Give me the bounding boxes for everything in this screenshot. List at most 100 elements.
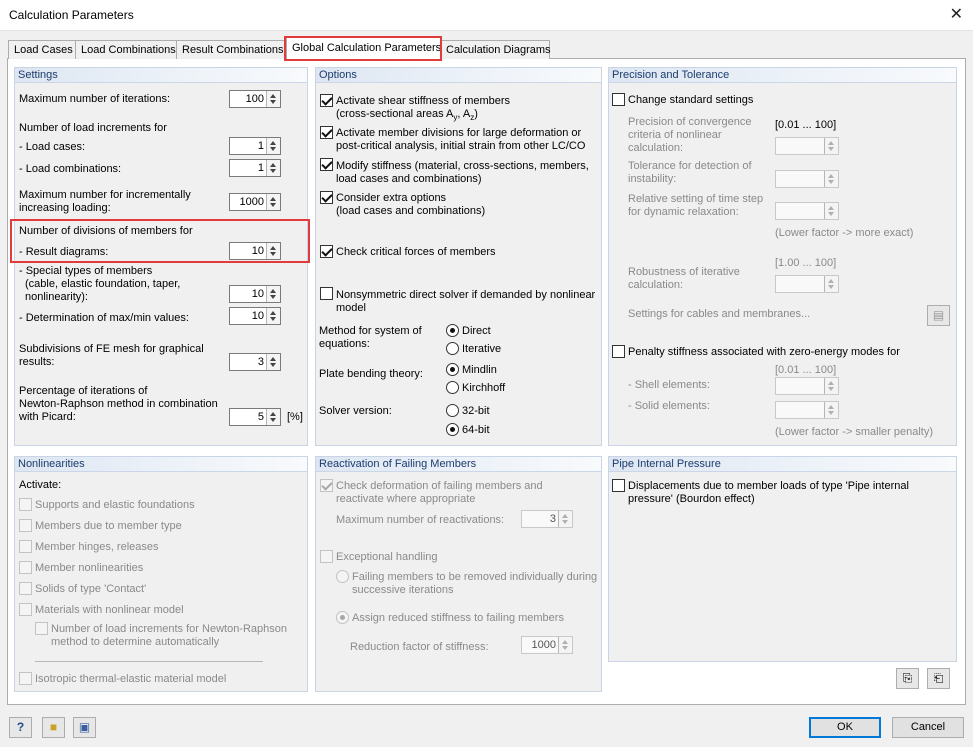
spinner-arrows[interactable] [266, 160, 280, 176]
tab-load-combinations[interactable]: Load Combinations [75, 40, 177, 59]
direct-label: Direct [462, 325, 491, 337]
spinner-arrows[interactable] [824, 138, 838, 154]
supports-checkbox[interactable] [19, 498, 32, 511]
member-nonlinearities-checkbox[interactable] [19, 561, 32, 574]
penalty-label: Penalty stiffness associated with zero-e… [628, 346, 900, 358]
shear-stiffness-checkbox[interactable] [320, 94, 333, 107]
remove-individually-radio[interactable] [336, 570, 349, 583]
spinner-arrows[interactable] [824, 171, 838, 187]
check-deformation-label-2: reactivate where appropriate [336, 493, 476, 505]
tab-load-cases[interactable]: Load Cases [8, 40, 76, 59]
settings-header: Settings [15, 68, 307, 83]
spinner-arrows[interactable] [824, 203, 838, 219]
bit32-label: 32-bit [462, 405, 490, 417]
instability-spinner[interactable] [775, 170, 839, 188]
load-combinations-spinner[interactable]: 1 [229, 159, 281, 177]
tab-calculation-diagrams[interactable]: Calculation Diagrams [440, 40, 551, 59]
open-button[interactable]: ■ [42, 717, 65, 738]
contact-solids-checkbox[interactable] [19, 582, 32, 595]
save-button[interactable]: ▣ [73, 717, 96, 738]
settings-icon: ▤ [932, 308, 945, 322]
spinner-value: 1000 [531, 639, 556, 651]
cancel-button[interactable]: Cancel [892, 717, 964, 738]
bourdon-label-1: Displacements due to member loads of typ… [628, 480, 909, 492]
modify-stiffness-label-2: load cases and combinations) [336, 173, 482, 185]
picard-label-3: with Picard: [19, 411, 76, 423]
nonlinear-materials-label: Materials with nonlinear model [35, 604, 184, 616]
exceptional-handling-checkbox[interactable] [320, 550, 333, 563]
member-type-checkbox[interactable] [19, 519, 32, 532]
kirchhoff-radio[interactable] [446, 381, 459, 394]
bit32-radio[interactable] [446, 404, 459, 417]
mindlin-radio[interactable] [446, 363, 459, 376]
ok-button[interactable]: OK [809, 717, 881, 738]
spinner-arrows[interactable] [824, 402, 838, 418]
change-settings-checkbox[interactable] [612, 93, 625, 106]
hinges-label: Member hinges, releases [35, 541, 159, 553]
bit64-radio[interactable] [446, 423, 459, 436]
load-cases-spinner[interactable]: 1 [229, 137, 281, 155]
reduction-factor-spinner[interactable]: 1000 [521, 636, 573, 654]
critical-forces-checkbox[interactable] [320, 245, 333, 258]
reduced-stiffness-radio[interactable] [336, 611, 349, 624]
special-types-label-2: (cable, elastic foundation, taper, [25, 278, 181, 290]
penalty-checkbox[interactable] [612, 345, 625, 358]
shell-elements-spinner[interactable] [775, 377, 839, 395]
member-divisions-checkbox[interactable] [320, 126, 333, 139]
spinner-arrows[interactable] [266, 138, 280, 154]
nonlinear-materials-checkbox[interactable] [19, 603, 32, 616]
iterative-radio[interactable] [446, 342, 459, 355]
pipe-pressure-panel: Pipe Internal Pressure Displacements due… [608, 456, 957, 662]
title-bar: Calculation Parameters ✕ [0, 0, 973, 31]
relaxation-spinner[interactable] [775, 202, 839, 220]
solid-elements-spinner[interactable] [775, 401, 839, 419]
spinner-arrows[interactable] [266, 194, 280, 210]
max-iterations-spinner[interactable]: 100 [229, 90, 281, 108]
export-button[interactable]: ⎗ [927, 668, 950, 689]
spinner-arrows[interactable] [558, 511, 572, 527]
reactivation-panel: Reactivation of Failing Members Check de… [315, 456, 602, 692]
cables-settings-button[interactable]: ▤ [927, 305, 950, 326]
lower-factor-exact: (Lower factor -> more exact) [775, 227, 914, 239]
spinner-arrows[interactable] [266, 308, 280, 324]
shell-elements-label: - Shell elements: [628, 379, 710, 391]
modify-stiffness-checkbox[interactable] [320, 158, 333, 171]
precision-panel: Precision and Tolerance Change standard … [608, 67, 957, 446]
fe-subdivisions-spinner[interactable]: 3 [229, 353, 281, 371]
lower-factor-penalty: (Lower factor -> smaller penalty) [775, 426, 934, 438]
newton-raphson-checkbox[interactable] [35, 622, 48, 635]
max-increments-spinner[interactable]: 1000 [229, 193, 281, 211]
max-reactivations-spinner[interactable]: 3 [521, 510, 573, 528]
extra-options-checkbox[interactable] [320, 191, 333, 204]
spinner-value: 5 [257, 411, 264, 423]
check-deformation-checkbox[interactable] [320, 479, 333, 492]
nonsymmetric-solver-checkbox[interactable] [320, 287, 333, 300]
convergence-spinner[interactable] [775, 137, 839, 155]
spinner-arrows[interactable] [824, 276, 838, 292]
hinges-checkbox[interactable] [19, 540, 32, 553]
spinner-arrows[interactable] [266, 286, 280, 302]
close-icon[interactable]: ✕ [950, 4, 963, 24]
spinner-arrows[interactable] [266, 354, 280, 370]
spinner-arrows[interactable] [558, 637, 572, 653]
robustness-spinner[interactable] [775, 275, 839, 293]
import-button[interactable]: ⎘ [896, 668, 919, 689]
help-button[interactable]: ? [9, 717, 32, 738]
picard-spinner[interactable]: 5 [229, 408, 281, 426]
spinner-arrows[interactable] [266, 91, 280, 107]
isotropic-thermal-checkbox[interactable] [19, 672, 32, 685]
divisions-highlight [10, 219, 310, 263]
direct-radio[interactable] [446, 324, 459, 337]
max-min-spinner[interactable]: 10 [229, 307, 281, 325]
folder-icon: ■ [49, 720, 58, 734]
nonlinearities-header: Nonlinearities [15, 457, 307, 472]
special-types-spinner[interactable]: 10 [229, 285, 281, 303]
bourdon-effect-checkbox[interactable] [612, 479, 625, 492]
modify-stiffness-label-1: Modify stiffness (material, cross-sectio… [336, 160, 589, 172]
picard-label-1: Percentage of iterations of [19, 385, 148, 397]
extra-options-label-1: Consider extra options [336, 192, 447, 204]
tab-result-combinations[interactable]: Result Combinations [176, 40, 287, 59]
spinner-arrows[interactable] [824, 378, 838, 394]
spinner-arrows[interactable] [266, 409, 280, 425]
max-increments-label-1: Maximum number for incrementally [19, 189, 191, 201]
